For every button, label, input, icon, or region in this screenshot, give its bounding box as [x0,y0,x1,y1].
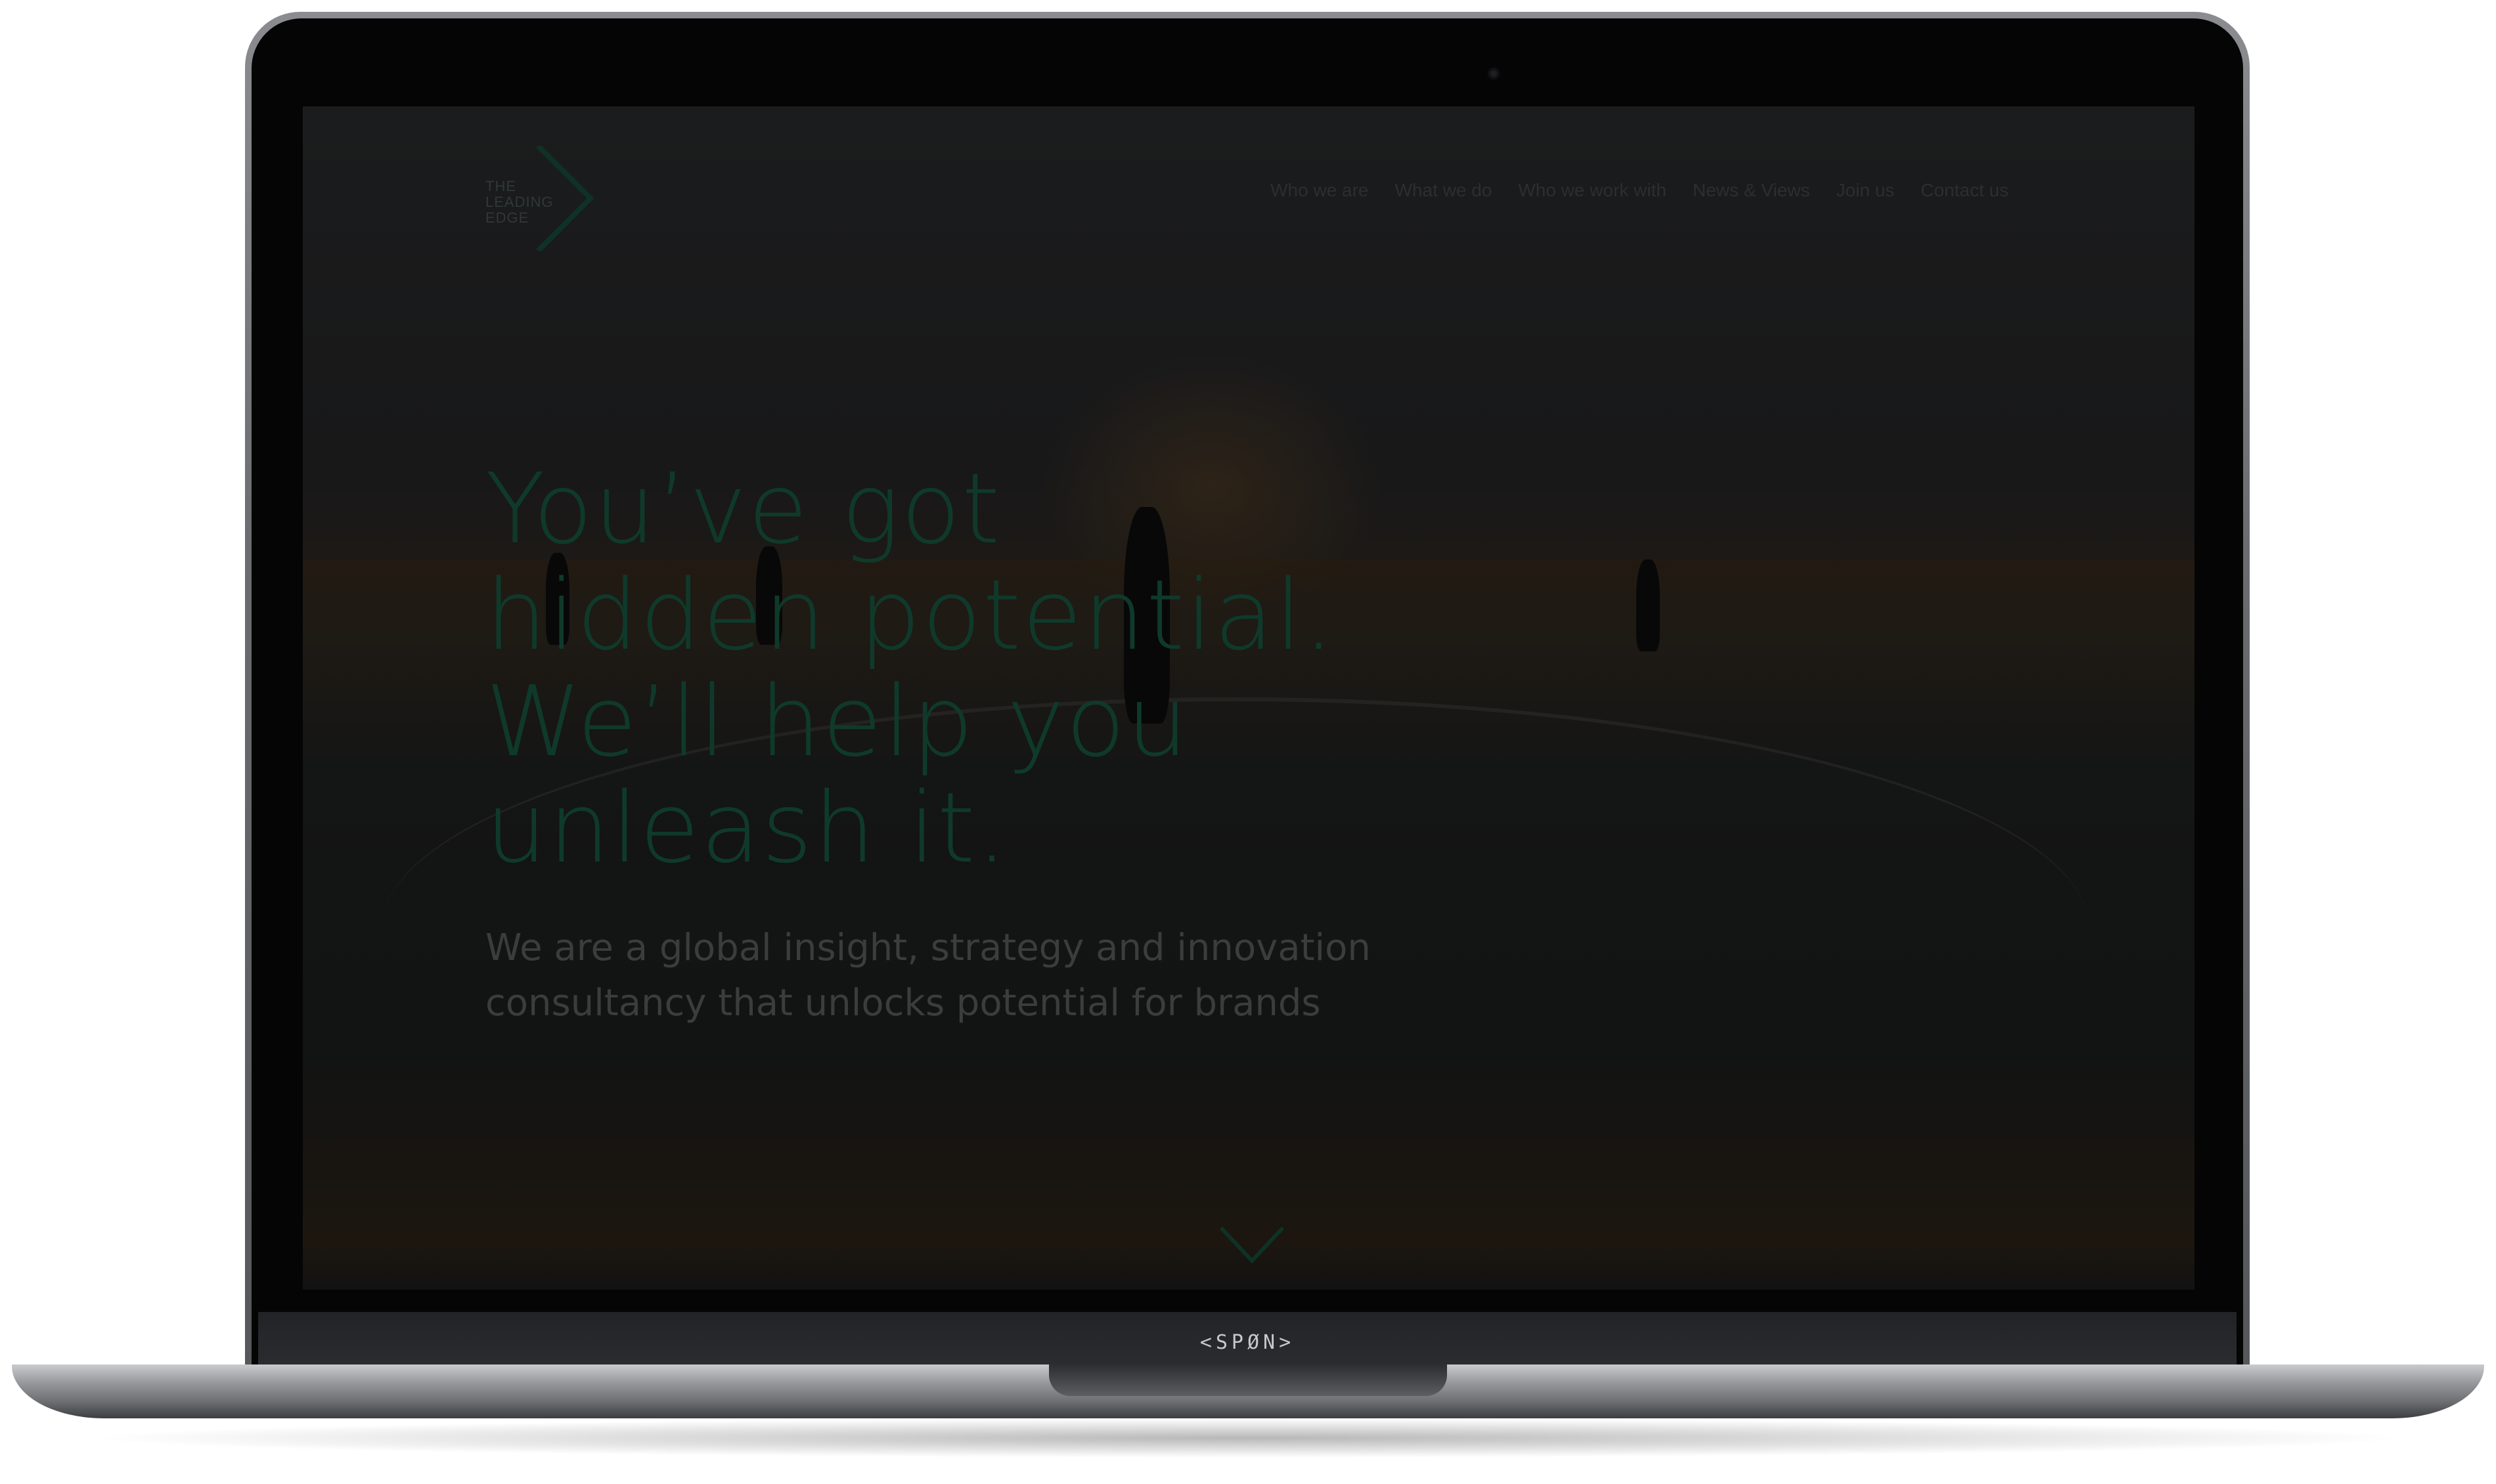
hero-heading-line: hidden potential. [485,559,1336,672]
hero-subheading: We are a global insight, strategy and in… [485,921,1471,1031]
hero-heading-line: unleash it. [485,772,1009,884]
website-screen: THE LEADING EDGE Who we are What we do W… [303,106,2195,1290]
logo-wordmark: THE LEADING EDGE [485,179,554,226]
logo-line: LEADING [485,194,554,210]
nav-item-contact-us[interactable]: Contact us [1921,180,2009,201]
nav-item-who-we-work-with[interactable]: Who we work with [1518,180,1666,201]
hero-heading-line: You’ve got [485,452,1002,565]
hero-heading-line: We’ll help you [485,665,1190,778]
laptop-shadow [79,1418,2417,1458]
device-brand-label: <SPØN> [1199,1331,1295,1354]
logo-line: EDGE [485,209,529,226]
hero-subheading-line: consultancy that unlocks potential for b… [485,982,1321,1024]
main-navigation: Who we are What we do Who we work with N… [1270,180,2009,201]
nav-item-news-views[interactable]: News & Views [1693,180,1810,201]
background-person-figure [1636,559,1660,651]
hero-subheading-line: We are a global insight, strategy and in… [485,927,1371,969]
laptop-chin: <SPØN> [258,1312,2237,1364]
chevron-down-icon[interactable] [1216,1223,1288,1269]
site-logo[interactable]: THE LEADING EDGE [485,146,597,251]
hero-heading: You’ve got hidden potential. We’ll help … [485,456,1471,881]
camera-icon [1488,68,1499,79]
nav-item-who-we-are[interactable]: Who we are [1270,180,1368,201]
device-mockup: <SPØN> THE LEADING EDGE Who we are What … [0,0,2496,1484]
nav-item-what-we-do[interactable]: What we do [1395,180,1492,201]
laptop-opening-notch [1049,1364,1447,1396]
logo-line: THE [485,178,516,194]
nav-item-join-us[interactable]: Join us [1836,180,1894,201]
